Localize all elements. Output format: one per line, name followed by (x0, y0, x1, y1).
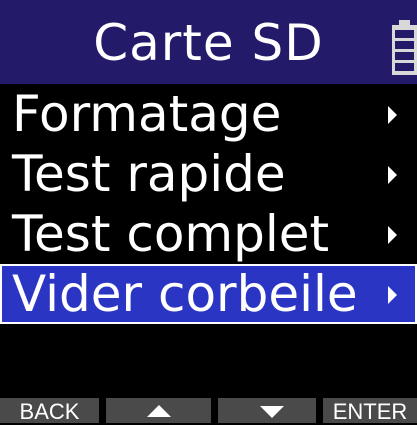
softkey-bar: BACK ENTER (0, 398, 417, 424)
chevron-right-icon (388, 166, 397, 184)
menu-item-vider-corbeille[interactable]: Vider corbeile (0, 264, 417, 324)
enter-button[interactable]: ENTER (323, 398, 417, 424)
menu-item-label: Vider corbeile (12, 265, 358, 323)
arrow-up-icon (147, 405, 171, 417)
menu-item-test-rapide[interactable]: Test rapide (0, 144, 417, 204)
title-bar: Carte SD (0, 0, 417, 84)
back-button[interactable]: BACK (0, 398, 99, 424)
screen-title: Carte SD (93, 14, 324, 72)
up-button[interactable] (106, 398, 211, 423)
chevron-right-icon (388, 226, 397, 244)
enter-label: ENTER (332, 399, 408, 424)
arrow-down-icon (260, 406, 284, 418)
menu-item-label: Test rapide (12, 145, 286, 203)
battery-icon (392, 20, 417, 75)
menu-item-label: Test complet (12, 205, 330, 263)
down-button[interactable] (218, 398, 316, 423)
menu-item-test-complet[interactable]: Test complet (0, 204, 417, 264)
device-screen: Carte SD Formatage Test rapide Test comp… (0, 0, 417, 424)
back-label: BACK (19, 399, 80, 424)
menu-item-label: Formatage (12, 85, 282, 143)
chevron-right-icon (388, 286, 397, 304)
chevron-right-icon (388, 106, 397, 124)
menu-item-formatage[interactable]: Formatage (0, 84, 417, 144)
